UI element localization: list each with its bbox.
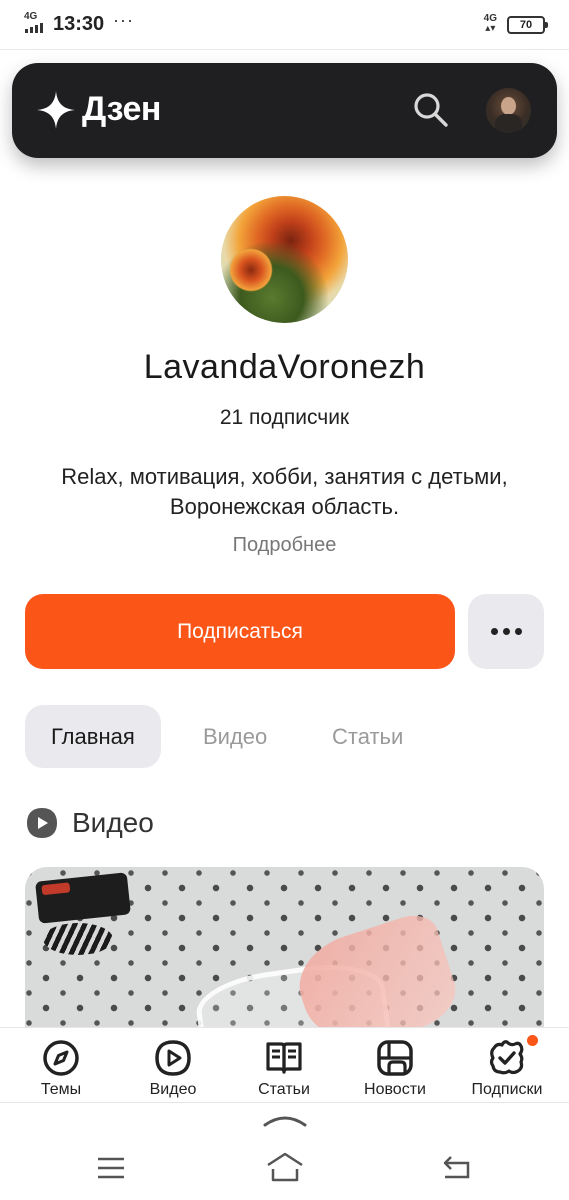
section-title: Видео [72, 807, 154, 838]
description-line-2: Воронежская область. [169, 494, 400, 519]
video-play-icon [155, 1040, 191, 1076]
description-line-1: Relax, мотивация, хобби, занятия с детьм… [61, 464, 508, 489]
back-icon[interactable] [442, 1155, 472, 1181]
compass-icon [43, 1040, 79, 1076]
channel-tabs: Главная Видео Статьи [25, 705, 545, 768]
nav-item-themes[interactable]: Темы [6, 1038, 116, 1099]
bottom-navigation: Темы Видео Статьи Новости Подписки [0, 1027, 569, 1102]
nav-item-articles[interactable]: Статьи [229, 1038, 339, 1099]
nav-label-themes: Темы [40, 1081, 82, 1098]
dot-icon [490, 628, 498, 635]
status-time: 13:30 [53, 13, 105, 35]
network-type: 4G [24, 11, 38, 22]
nav-item-subscriptions[interactable]: Подписки [452, 1035, 562, 1099]
thumbnail-soap-box [35, 872, 131, 924]
user-avatar[interactable] [486, 88, 531, 133]
nav-label-subscriptions: Подписки [471, 1081, 543, 1098]
status-bar: 4G 13:30 ··· 4G ▴▾ 70 [0, 0, 569, 50]
channel-name: LavandaVoronezh [143, 348, 426, 386]
more-info-link[interactable]: Подробнее [0, 534, 569, 557]
search-icon[interactable] [412, 91, 450, 129]
chevron-up-icon[interactable] [263, 1109, 307, 1129]
tab-video[interactable]: Видео [203, 705, 267, 768]
subscribe-button[interactable]: Подписаться [25, 594, 455, 669]
nav-label-video: Видео [149, 1081, 197, 1098]
subscriptions-icon [489, 1040, 524, 1075]
video-thumbnail[interactable] [25, 867, 544, 1032]
system-navigation-bar [0, 1102, 569, 1200]
articles-icon [266, 1042, 302, 1074]
home-icon[interactable] [265, 1151, 305, 1183]
dot-icon [502, 628, 510, 635]
thumbnail-soap-bar [43, 923, 113, 955]
nav-label-news: Новости [364, 1081, 426, 1098]
thumbnail-pink-object [287, 908, 465, 1032]
more-options-button[interactable] [468, 594, 544, 669]
app-header: Дзен [12, 63, 557, 158]
nav-item-video[interactable]: Видео [118, 1038, 228, 1099]
nav-item-news[interactable]: Новости [340, 1038, 450, 1099]
nav-label-articles: Статьи [258, 1081, 310, 1098]
notification-dot [527, 1035, 538, 1046]
zen-logo-icon[interactable] [36, 90, 76, 130]
channel-description: Relax, мотивация, хобби, занятия с детьм… [20, 462, 549, 522]
video-section-header: Видео [25, 803, 154, 843]
channel-avatar [221, 196, 348, 323]
dot-icon [514, 628, 522, 635]
battery-icon: 70 [507, 16, 548, 34]
more-notifications-icon: ··· [113, 10, 134, 30]
network-type-secondary: 4G ▴▾ [483, 13, 497, 34]
logo-text[interactable]: Дзен [82, 90, 161, 129]
tab-articles[interactable]: Статьи [332, 705, 403, 768]
menu-icon[interactable] [96, 1155, 126, 1181]
video-section-icon [27, 808, 57, 838]
tab-main[interactable]: Главная [25, 705, 161, 768]
news-icon [377, 1040, 413, 1076]
subscriber-count: 21 подписчик [219, 406, 350, 429]
signal-icon [25, 23, 43, 33]
